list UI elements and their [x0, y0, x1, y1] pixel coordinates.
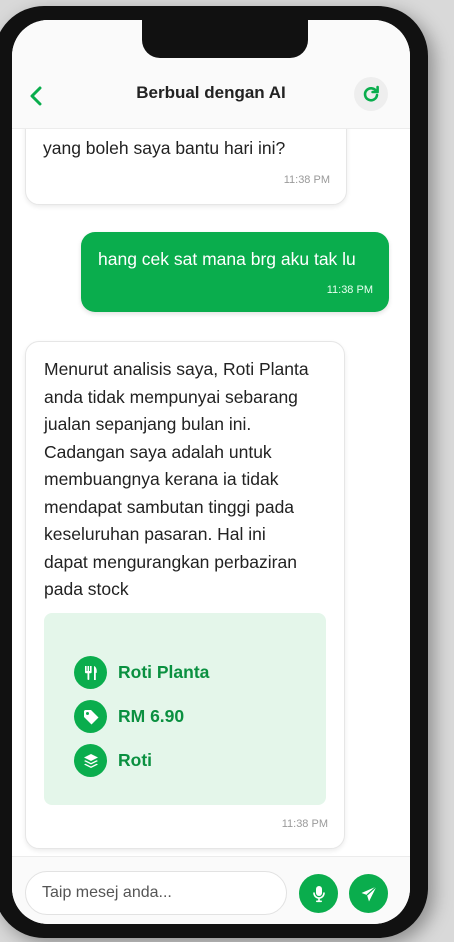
message-line: anda tidak mempunyai sebarang	[44, 386, 298, 407]
utensils-icon	[74, 656, 107, 689]
app-screen: Berbual dengan AI yang boleh saya bantu …	[12, 20, 410, 924]
message-composer	[12, 856, 410, 924]
product-price: RM 6.90	[118, 706, 185, 726]
message-input[interactable]	[25, 871, 287, 915]
refresh-button[interactable]	[354, 77, 388, 111]
user-message-bubble: hang cek sat mana brg aku tak lu 11:38 P…	[81, 232, 389, 312]
chat-messages[interactable]: yang boleh saya bantu hari ini? 11:38 PM…	[12, 128, 410, 856]
page-title: Berbual dengan AI	[136, 83, 286, 102]
phone-notch	[142, 20, 308, 58]
product-card[interactable]: Roti Planta RM 6.90 Roti	[44, 613, 326, 805]
message-time: 11:38 PM	[283, 174, 330, 186]
message-line: dapat mengurangkan perbaziran	[44, 551, 297, 572]
message-line: Menurut analisis saya, Roti Planta	[44, 359, 309, 379]
product-category: Roti	[118, 750, 153, 770]
product-category-row: Roti	[74, 744, 152, 777]
ai-message-bubble: Menurut analisis saya, Roti Planta anda …	[25, 341, 345, 849]
microphone-icon	[312, 885, 325, 902]
message-text: hang cek sat mana brg aku tak lu	[98, 249, 356, 269]
message-line: Cadangan saya adalah untuk	[44, 441, 272, 462]
send-button[interactable]	[349, 874, 388, 913]
tag-icon	[74, 700, 107, 733]
product-name: Roti Planta	[118, 662, 210, 682]
voice-input-button[interactable]	[299, 874, 338, 913]
message-time: 11:38 PM	[281, 818, 328, 830]
product-name-row: Roti Planta	[74, 656, 209, 689]
ai-message-bubble: yang boleh saya bantu hari ini? 11:38 PM	[25, 128, 347, 205]
message-line: membuangnya kerana ia tidak	[44, 469, 279, 489]
message-line: mendapat sambutan tinggi pada	[44, 496, 295, 517]
message-line: pada stock	[44, 579, 129, 599]
message-time: 11:38 PM	[326, 284, 373, 296]
layers-icon	[74, 744, 107, 777]
phone-frame: Berbual dengan AI yang boleh saya bantu …	[0, 6, 428, 938]
message-line: keseluruhan pasaran. Hal ini	[44, 524, 266, 544]
message-text: Menurut analisis saya, Roti Planta anda …	[44, 356, 309, 604]
message-line: jualan sepanjang bulan ini.	[44, 414, 252, 434]
message-text: yang boleh saya bantu hari ini?	[43, 138, 286, 158]
send-icon	[361, 885, 377, 901]
refresh-icon	[363, 85, 379, 102]
product-price-row: RM 6.90	[74, 700, 184, 733]
